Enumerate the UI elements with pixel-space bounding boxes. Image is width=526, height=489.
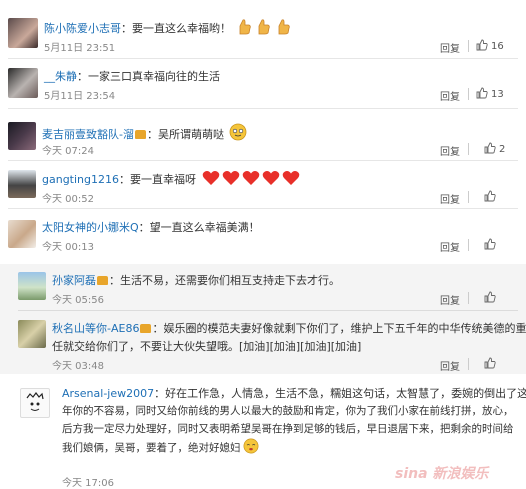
comment-text-line: 我们娘俩，吴哥，要着了，绝对好媳妇	[62, 442, 241, 454]
comment-section-mid: 孙家阿磊 ：生活不易，还需要你们相互支持走下去才行。 今天 05:56 回复 秋名…	[0, 264, 526, 374]
reply-button[interactable]: 回复	[440, 143, 460, 158]
like-button[interactable]	[484, 238, 499, 251]
user-avatar[interactable]	[18, 320, 46, 348]
like-button[interactable]	[484, 357, 499, 370]
comment-text-continued: 任就交给你们了，不要让大伙失望哦。[加油][加油][加油][加油]	[52, 340, 362, 353]
comment-divider	[8, 208, 518, 209]
username-link[interactable]: 陈小陈爱小志哥	[44, 22, 121, 35]
comment-item: 麦吉丽壹致豁队-溜 ：吴所谓萌萌哒 今天 07:24 回复 2	[0, 112, 526, 158]
username-link[interactable]: gangting1216	[42, 173, 119, 186]
action-divider	[468, 143, 469, 155]
comment-time: 今天 03:48	[52, 361, 104, 372]
comment-divider	[18, 310, 518, 311]
vip-badge-icon	[140, 324, 152, 333]
comment-item: gangting1216：要一直幸福呀 今天 00:52 回复	[0, 162, 526, 206]
comment-text: 望一直这么幸福美满！	[149, 221, 260, 234]
weibo-comment-list: 陈小陈爱小志哥：要一直这么幸福哟！ 5月11日 23:51 回复 16 __朱静…	[0, 0, 526, 489]
vip-badge-icon	[97, 276, 108, 285]
like-button[interactable]: 13	[476, 87, 504, 100]
heart-emoji-icon	[242, 171, 259, 185]
comment-divider	[8, 108, 518, 109]
thumbs-up-emoji-icon	[258, 19, 270, 35]
reply-button[interactable]: 回复	[440, 239, 460, 254]
comment-text: 好在工作急，人情急，生活不急，糯姐这句话，太智慧了，委婉的倒出了这几	[165, 387, 526, 400]
thumbs-up-icon	[484, 291, 496, 303]
user-avatar[interactable]	[8, 68, 38, 98]
comment-text: 要一直幸福呀	[130, 173, 196, 186]
like-count: 13	[491, 89, 504, 100]
username-link[interactable]: 麦吉丽壹致豁队-溜	[42, 128, 134, 141]
comment-text: 娱乐圈的模范夫妻好像就剩下你们了，维护上下五千年的中华传统美德的重	[163, 322, 526, 335]
action-divider	[468, 292, 469, 304]
cute-face-emoji-icon	[230, 123, 247, 141]
comment-item: 陈小陈爱小志哥：要一直这么幸福哟！ 5月11日 23:51 回复 16	[0, 0, 526, 55]
comment-text-line: 年你的不容易，同时又给你前线的男人以最大的鼓励和肯定，你为了我们小家在前线打拼，…	[62, 405, 514, 417]
shy-face-emoji-icon	[243, 438, 258, 454]
comment-text-line: 后方我一定尽力处理好，同时又表明希望吴哥在挣到足够的钱后，早日退居下来，把剩余的…	[62, 423, 514, 435]
cartoon-face-icon	[26, 392, 44, 411]
reply-button[interactable]: 回复	[440, 40, 460, 55]
user-avatar[interactable]	[8, 18, 38, 48]
thumbs-up-icon	[484, 238, 496, 250]
reply-button[interactable]: 回复	[440, 292, 460, 307]
comment-text: 吴所谓萌萌哒	[157, 128, 224, 141]
comment-item: 太阳女神的小娜米Q：望一直这么幸福美满！ 今天 00:13 回复	[0, 210, 526, 258]
comment-text: 生活不易，还需要你们相互支持走下去才行。	[120, 274, 340, 287]
user-avatar[interactable]	[8, 220, 36, 248]
heart-emoji-icon	[202, 171, 219, 185]
comment-time: 今天 07:24	[42, 146, 94, 157]
reply-button[interactable]: 回复	[440, 88, 460, 103]
comment-time: 今天 00:52	[42, 194, 94, 205]
comment-divider	[8, 160, 518, 161]
heart-emoji-icon	[282, 171, 299, 185]
thumbs-up-emoji-icon	[239, 19, 251, 35]
action-divider	[468, 40, 469, 52]
thumbs-up-icon	[476, 39, 488, 51]
comment-text: 要一直这么幸福哟！	[132, 22, 231, 35]
thumbs-up-icon	[484, 190, 496, 202]
comment-time: 今天 00:13	[42, 242, 94, 253]
username-link[interactable]: 孙家阿磊	[52, 274, 96, 287]
comment-time: 5月11日 23:54	[44, 91, 116, 102]
comment-time: 今天 17:06	[62, 478, 114, 489]
action-divider	[468, 88, 469, 100]
sina-watermark: sina 新浪娱乐	[395, 466, 489, 482]
username-link[interactable]: __朱静	[44, 70, 77, 83]
like-button[interactable]: 16	[476, 39, 504, 52]
like-count: 2	[499, 144, 506, 155]
heart-emoji-icon	[262, 171, 279, 185]
comment-divider	[8, 58, 518, 59]
like-button[interactable]: 2	[484, 142, 505, 155]
comment-item: 秋名山等你-AE86 ：娱乐圈的模范夫妻好像就剩下你们了，维护上下五千年的中华传统…	[0, 312, 526, 374]
comment-time: 5月11日 23:51	[44, 43, 116, 54]
action-divider	[468, 191, 469, 203]
action-divider	[468, 358, 469, 370]
username-link[interactable]: Arsenal-jew2007	[62, 387, 154, 400]
comment-section-bottom: Arsenal-jew2007：好在工作急，人情急，生活不急，糯姐这句话，太智慧…	[0, 378, 526, 489]
reply-button[interactable]: 回复	[440, 191, 460, 206]
comment-time: 今天 05:56	[52, 295, 104, 306]
thumbs-up-icon	[484, 142, 496, 154]
user-avatar[interactable]	[8, 122, 36, 150]
comment-item: 孙家阿磊 ：生活不易，还需要你们相互支持走下去才行。 今天 05:56 回复	[0, 264, 526, 308]
reply-button[interactable]: 回复	[440, 358, 460, 373]
user-avatar[interactable]	[8, 170, 36, 198]
user-avatar[interactable]	[18, 272, 46, 300]
comment-text: 一家三口真幸福向往的生活	[88, 70, 220, 83]
thumbs-up-icon	[476, 87, 488, 99]
comment-section-top: 陈小陈爱小志哥：要一直这么幸福哟！ 5月11日 23:51 回复 16 __朱静…	[0, 0, 526, 262]
thumbs-up-emoji-icon	[278, 19, 290, 35]
vip-badge-icon	[134, 130, 146, 139]
username-link[interactable]: 秋名山等你-AE86	[52, 322, 139, 335]
user-avatar[interactable]	[20, 388, 50, 418]
action-divider	[468, 239, 469, 251]
like-button[interactable]	[484, 291, 499, 304]
like-count: 16	[491, 41, 504, 52]
thumbs-up-icon	[484, 357, 496, 369]
comment-item: __朱静：一家三口真幸福向往的生活 5月11日 23:54 回复 13	[0, 62, 526, 106]
heart-emoji-icon	[222, 171, 239, 185]
username-link[interactable]: 太阳女神的小娜米Q	[42, 221, 139, 234]
like-button[interactable]	[484, 190, 499, 203]
